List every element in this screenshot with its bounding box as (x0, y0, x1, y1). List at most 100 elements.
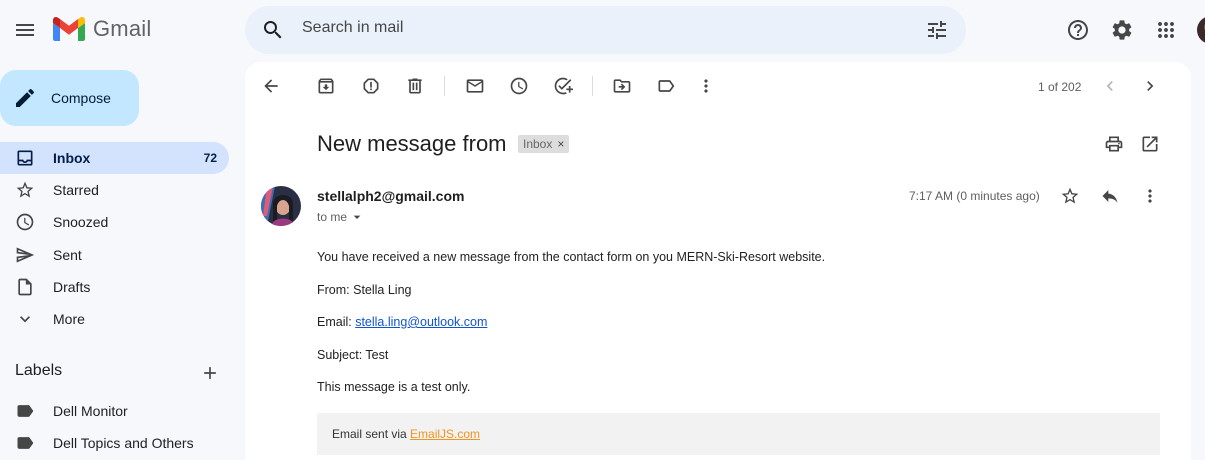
sidebar-label-dell-monitor[interactable]: Dell Monitor (0, 395, 229, 427)
label-as-button[interactable] (648, 66, 684, 106)
sidebar-item-snoozed[interactable]: Snoozed (0, 206, 229, 238)
gmail-logo-icon (53, 17, 85, 41)
mark-unread-icon (466, 79, 484, 93)
account-avatar[interactable] (1197, 16, 1205, 44)
move-to-icon (613, 79, 631, 93)
footer-text: Email sent via EmailJS.com (332, 427, 480, 441)
print-icon (1105, 136, 1123, 152)
tune-icon (928, 21, 946, 39)
emailjs-link[interactable]: EmailJS.com (410, 427, 480, 441)
sidebar-item-label: Snoozed (53, 214, 109, 230)
help-icon (1068, 20, 1088, 40)
open-new-window-icon (1142, 136, 1158, 152)
chevron-down-icon (20, 316, 30, 323)
email-subject: New message from (317, 131, 507, 156)
report-spam-icon (363, 78, 379, 94)
reply-button[interactable] (1092, 176, 1128, 216)
email-footer: Email sent via EmailJS.com (317, 413, 1160, 455)
sidebar-item-label: Drafts (53, 279, 91, 295)
caret-down-icon (353, 215, 361, 219)
snooze-button[interactable] (501, 66, 537, 106)
back-arrow-icon (264, 79, 278, 93)
gmail-logo-text: Gmail (93, 16, 152, 41)
star-icon (16, 181, 34, 198)
print-all-button[interactable] (1096, 124, 1132, 164)
search-button[interactable] (253, 10, 293, 50)
add-to-tasks-button[interactable] (545, 66, 581, 106)
inbox-label-chip-text: Inbox (523, 137, 553, 151)
clock-icon (16, 213, 34, 231)
sender-email[interactable]: stellalph2@gmail.com (317, 188, 464, 204)
footer-label: Email sent via (332, 427, 411, 441)
plus-icon (204, 367, 216, 379)
message-more-button[interactable] (1132, 176, 1168, 216)
older-button[interactable] (1132, 66, 1168, 106)
body-message: This message is a test only. (317, 380, 471, 394)
reply-icon (1102, 190, 1118, 203)
report-spam-button[interactable] (353, 66, 389, 106)
contact-email-link[interactable]: stella.ling@outlook.com (355, 315, 487, 329)
sidebar-label-dell-topics[interactable]: Dell Topics and Others (0, 427, 229, 459)
star-button[interactable] (1052, 176, 1088, 216)
archive-icon (318, 78, 334, 94)
more-actions-button[interactable] (688, 66, 724, 106)
body-subject: Subject: Test (317, 348, 389, 362)
gmail-logo[interactable]: Gmail (53, 16, 151, 42)
settings-button[interactable] (1102, 10, 1142, 50)
trash-icon (408, 78, 422, 94)
search-bar (245, 6, 966, 54)
label-icon (17, 405, 34, 417)
sidebar-item-label: Dell Monitor (53, 403, 128, 419)
support-button[interactable] (1058, 10, 1098, 50)
toolbar-divider (444, 76, 445, 96)
email-timestamp: 7:17 AM (0 minutes ago) (909, 189, 1040, 203)
sidebar-item-starred[interactable]: Starred (0, 174, 229, 206)
apps-icon (1158, 22, 1174, 38)
sidebar-item-sent[interactable]: Sent (0, 239, 229, 271)
recipient-details-toggle[interactable]: to me (317, 209, 365, 225)
google-apps-button[interactable] (1146, 10, 1186, 50)
inbox-icon (17, 150, 33, 166)
compose-label: Compose (51, 90, 111, 106)
sender-avatar[interactable] (261, 186, 301, 226)
star-icon (1061, 187, 1079, 204)
labels-heading: Labels (15, 362, 63, 379)
pencil-icon (16, 88, 35, 107)
mark-unread-button[interactable] (457, 66, 493, 106)
archive-button[interactable] (308, 66, 344, 106)
add-task-icon (554, 77, 573, 95)
settings-icon (1112, 20, 1132, 40)
more-vert-icon (704, 79, 708, 93)
sidebar-item-label: Sent (53, 247, 82, 263)
newer-button[interactable] (1092, 66, 1128, 106)
search-input[interactable] (302, 19, 902, 37)
sidebar-item-label: More (53, 311, 85, 327)
sidebar-item-inbox[interactable]: Inbox 72 (0, 142, 229, 174)
inbox-label-chip[interactable]: Inbox × (518, 135, 570, 153)
body-email-line: Email: stella.ling@outlook.com (317, 315, 487, 329)
search-icon (264, 21, 282, 39)
remove-label-button[interactable]: × (557, 137, 564, 151)
main-menu-button[interactable] (5, 10, 45, 50)
menu-icon (16, 24, 34, 36)
more-vert-icon (1148, 189, 1152, 203)
compose-button[interactable]: Compose (0, 70, 139, 126)
chevron-left-icon (1106, 81, 1113, 91)
send-icon (16, 247, 35, 263)
label-icon (17, 437, 34, 449)
open-new-window-button[interactable] (1132, 124, 1168, 164)
sidebar-item-more[interactable]: More (0, 303, 229, 335)
toolbar-divider (592, 76, 593, 96)
delete-button[interactable] (397, 66, 433, 106)
inbox-unread-count: 72 (203, 151, 217, 165)
sidebar-item-drafts[interactable]: Drafts (0, 271, 229, 303)
body-from: From: Stella Ling (317, 283, 412, 297)
sidebar-item-label: Starred (53, 182, 99, 198)
body-intro: You have received a new message from the… (317, 250, 826, 264)
snooze-icon (510, 77, 528, 95)
move-to-button[interactable] (604, 66, 640, 106)
back-to-inbox-button[interactable] (253, 66, 289, 106)
label-as-icon (658, 80, 675, 92)
search-options-button[interactable] (917, 10, 957, 50)
create-label-button[interactable] (190, 353, 230, 393)
